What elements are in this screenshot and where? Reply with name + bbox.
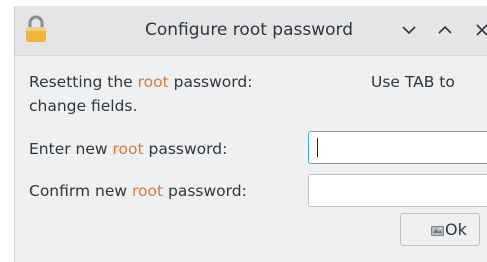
dialog-window: Configure root password Resetting the ro…: [14, 6, 487, 262]
window-title: Configure root password: [145, 20, 353, 40]
chevron-down-icon[interactable]: [400, 21, 418, 39]
ok-button-label: Ok: [445, 220, 467, 239]
confirm-password-input[interactable]: [308, 174, 487, 207]
confirm-password-label-suffix: password:: [163, 182, 247, 200]
confirm-password-label: Confirm new root password:: [29, 182, 247, 200]
new-password-label-suffix: password:: [143, 140, 228, 158]
intro-keyword: root: [137, 73, 169, 91]
text-caret: [317, 138, 318, 157]
new-password-input[interactable]: [308, 131, 487, 164]
intro-suffix: password:: [168, 73, 253, 91]
lock-icon: [26, 15, 46, 42]
new-password-label-prefix: Enter new: [29, 140, 113, 158]
new-password-label: Enter new root password:: [29, 140, 227, 158]
ok-button[interactable]: Ok: [400, 213, 480, 246]
confirm-password-label-keyword: root: [131, 182, 164, 200]
tab-hint-text: Use TAB to: [371, 73, 455, 91]
intro-line-2: change fields.: [29, 97, 138, 115]
title-bar[interactable]: Configure root password: [15, 6, 487, 56]
confirm-password-label-prefix: Confirm new: [29, 182, 132, 200]
close-icon[interactable]: [473, 21, 487, 39]
intro-text: Resetting the root password:: [29, 73, 252, 91]
ok-icon: [431, 226, 444, 236]
chevron-up-icon[interactable]: [436, 21, 454, 39]
intro-prefix: Resetting the: [29, 73, 138, 91]
new-password-label-keyword: root: [112, 140, 144, 158]
